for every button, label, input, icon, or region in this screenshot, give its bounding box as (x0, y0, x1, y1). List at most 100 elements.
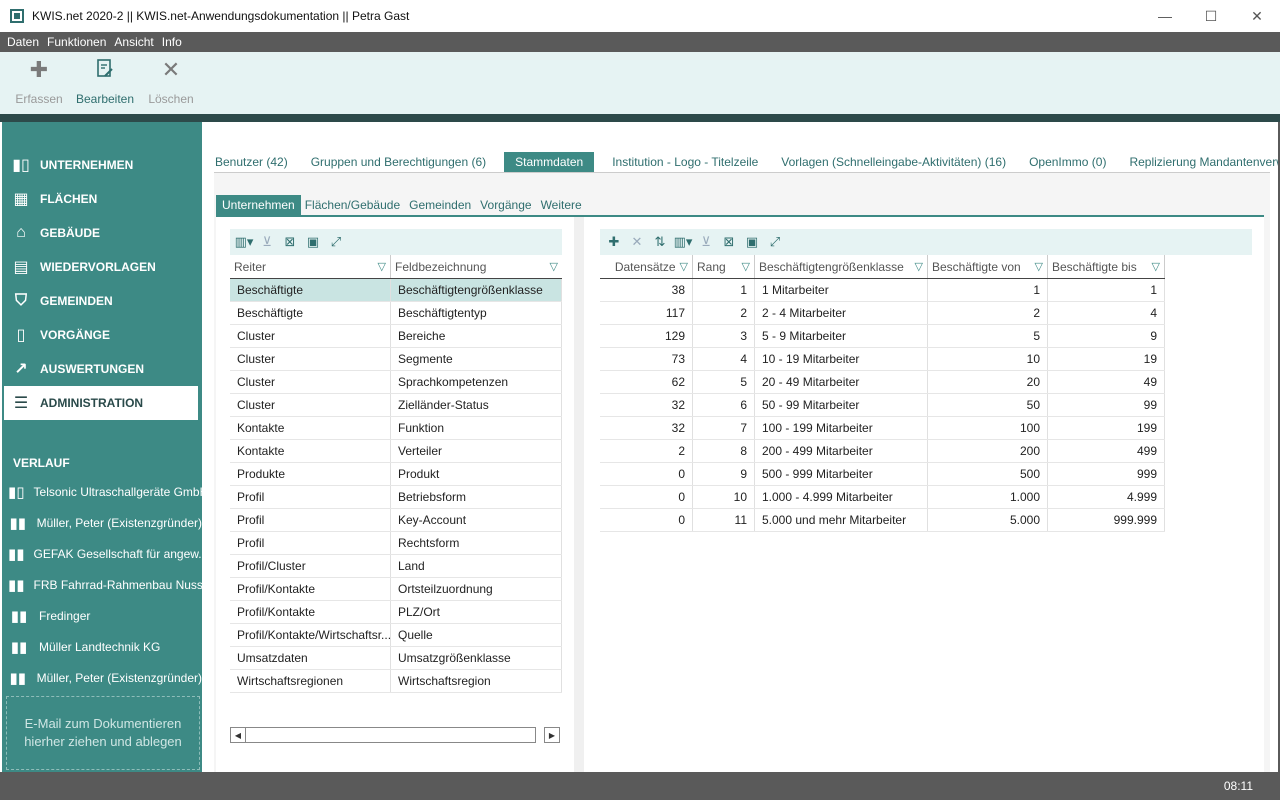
table-row[interactable]: Profil Betriebsform (230, 486, 562, 509)
tab-institution[interactable]: Institution - Logo - Titelzeile (607, 152, 763, 172)
scroll-right-icon[interactable]: ▶ (544, 727, 560, 743)
filter-icon[interactable]: ▽ (1152, 260, 1160, 273)
table-row[interactable]: Cluster Segmente (230, 348, 562, 371)
table-row[interactable]: Cluster Zielländer-Status (230, 394, 562, 417)
column-rang[interactable]: Rang ▽ (693, 255, 755, 278)
pane-splitter[interactable] (574, 217, 584, 775)
minimize-button[interactable]: — (1142, 0, 1188, 32)
column-beschaeftigte-von[interactable]: Beschäftigte von ▽ (928, 255, 1048, 278)
delete-icon[interactable]: ✕ (627, 233, 647, 251)
scroll-track[interactable] (246, 727, 536, 743)
history-item[interactable]: ▮▯ Telsonic Ultraschallgeräte GmbH (2, 476, 202, 507)
scroll-left-icon[interactable]: ◀ (230, 727, 246, 743)
tab-vorlagen[interactable]: Vorlagen (Schnelleingabe-Aktivitäten) (1… (776, 152, 1011, 172)
tab-gruppen[interactable]: Gruppen und Berechtigungen (6) (306, 152, 491, 172)
table-row[interactable]: 0 11 5.000 und mehr Mitarbeiter 5.000 999.99… (600, 509, 1165, 532)
table-row[interactable]: Beschäftigte Beschäftigtengrößenklasse (230, 279, 562, 302)
subtab-weitere[interactable]: Weitere (536, 195, 587, 215)
column-datensaetze[interactable]: Datensätze ▽ (600, 255, 693, 278)
table-row[interactable]: Profil/Kontakte/Wirtschaftsr... Quelle (230, 624, 562, 647)
tab-replizierung[interactable]: Replizierung Mandantenverwaltung (1) (1124, 152, 1280, 172)
columns-icon[interactable]: ▥▾ (673, 233, 693, 251)
sort-icon[interactable]: ⇅ (650, 233, 670, 251)
subtab-vorgaenge[interactable]: Vorgänge (475, 195, 536, 215)
filter-icon[interactable]: ▽ (1035, 260, 1043, 273)
layout-icon[interactable]: ▣ (742, 233, 762, 251)
table-row[interactable]: Beschäftigte Beschäftigtentyp (230, 302, 562, 325)
subtab-flaechen-gebaeude[interactable]: Flächen/Gebäude (300, 195, 405, 215)
table-row[interactable]: Kontakte Verteiler (230, 440, 562, 463)
history-item[interactable]: ▮▮ GEFAK Gesellschaft für angew... (2, 538, 202, 569)
subtab-gemeinden[interactable]: Gemeinden (404, 195, 476, 215)
nav-gebaeude[interactable]: ⌂ GEBÄUDE (4, 216, 198, 250)
excel-export-icon[interactable]: ⊠ (719, 233, 739, 251)
tab-stammdaten[interactable]: Stammdaten (504, 152, 595, 172)
menu-daten[interactable]: Daten (7, 35, 39, 49)
maximize-button[interactable]: ☐ (1188, 0, 1234, 32)
column-feldbezeichnung[interactable]: Feldbezeichnung ▽ (391, 255, 562, 278)
table-row[interactable]: 2 8 200 - 499 Mitarbeiter 200 499 (600, 440, 1165, 463)
column-reiter[interactable]: Reiter ▽ (230, 255, 391, 278)
filter-icon[interactable]: ▽ (378, 260, 386, 273)
email-drop-zone[interactable]: E-Mail zum Dokumentieren hierher ziehen … (6, 696, 200, 770)
table-row[interactable]: Produkte Produkt (230, 463, 562, 486)
nav-vorgaenge[interactable]: ▯ VORGÄNGE (4, 318, 198, 352)
nav-gemeinden[interactable]: ⛉ GEMEINDEN (4, 284, 198, 318)
close-button[interactable]: ✕ (1234, 0, 1280, 32)
table-row[interactable]: 0 10 1.000 - 4.999 Mitarbeiter 1.000 4.999 (600, 486, 1165, 509)
nav-auswertungen[interactable]: ↗ AUSWERTUNGEN (4, 352, 198, 386)
filter-icon[interactable]: ▽ (742, 260, 750, 273)
clear-filter-icon[interactable]: ⊻ (696, 233, 716, 251)
nav-administration[interactable]: ☰ ADMINISTRATION (4, 386, 198, 420)
table-row[interactable]: 73 4 10 - 19 Mitarbeiter 10 19 (600, 348, 1165, 371)
erfassen-button[interactable]: ✚ Erfassen (6, 52, 72, 114)
tab-openimmo[interactable]: OpenImmo (0) (1024, 152, 1111, 172)
add-icon[interactable]: ✚ (604, 233, 624, 251)
table-row[interactable]: Cluster Bereiche (230, 325, 562, 348)
bearbeiten-button[interactable]: Bearbeiten (72, 52, 138, 114)
table-row[interactable]: 62 5 20 - 49 Mitarbeiter 20 49 (600, 371, 1165, 394)
table-cell: 20 - 49 Mitarbeiter (755, 371, 928, 393)
filter-icon[interactable]: ▽ (550, 260, 558, 273)
filter-icon[interactable]: ▽ (915, 260, 923, 273)
nav-wiedervorlagen[interactable]: ▤ WIEDERVORLAGEN (4, 250, 198, 284)
nav-flaechen[interactable]: ▦ FLÄCHEN (4, 182, 198, 216)
table-row[interactable]: 32 7 100 - 199 Mitarbeiter 100 199 (600, 417, 1165, 440)
table-row[interactable]: 32 6 50 - 99 Mitarbeiter 50 99 (600, 394, 1165, 417)
loeschen-button[interactable]: ✕ Löschen (138, 52, 204, 114)
table-row[interactable]: 129 3 5 - 9 Mitarbeiter 5 9 (600, 325, 1165, 348)
history-item[interactable]: ▮▮ Müller, Peter (Existenzgründer) (2, 662, 202, 693)
nav-unternehmen[interactable]: ▮▯ UNTERNEHMEN (4, 148, 198, 182)
history-item[interactable]: ▮▮ Müller, Peter (Existenzgründer) (2, 507, 202, 538)
columns-icon[interactable]: ▥▾ (234, 233, 254, 251)
table-row[interactable]: Profil/Cluster Land (230, 555, 562, 578)
tab-benutzer[interactable]: Benutzer (42) (210, 152, 293, 172)
table-row[interactable]: Kontakte Funktion (230, 417, 562, 440)
table-row[interactable]: Profil/Kontakte Ortsteilzuordnung (230, 578, 562, 601)
table-row[interactable]: 117 2 2 - 4 Mitarbeiter 2 4 (600, 302, 1165, 325)
excel-export-icon[interactable]: ⊠ (280, 233, 300, 251)
expand-icon[interactable]: ⤢ (326, 233, 346, 251)
table-row[interactable]: Umsatzdaten Umsatzgrößenklasse (230, 647, 562, 670)
history-item[interactable]: ▮▮ FRB Fahrrad-Rahmenbau Nuss... (2, 569, 202, 600)
filter-icon[interactable]: ▽ (680, 260, 688, 273)
menu-info[interactable]: Info (162, 35, 182, 49)
clear-filter-icon[interactable]: ⊻ (257, 233, 277, 251)
layout-icon[interactable]: ▣ (303, 233, 323, 251)
table-row[interactable]: Wirtschaftsregionen Wirtschaftsregion (230, 670, 562, 693)
subtab-unternehmen[interactable]: Unternehmen (216, 195, 301, 215)
table-row[interactable]: 0 9 500 - 999 Mitarbeiter 500 999 (600, 463, 1165, 486)
table-row[interactable]: Cluster Sprachkompetenzen (230, 371, 562, 394)
menu-funktionen[interactable]: Funktionen (47, 35, 106, 49)
table-row[interactable]: 38 1 1 Mitarbeiter 1 1 (600, 279, 1165, 302)
history-item[interactable]: ▮▮ Müller Landtechnik KG (2, 631, 202, 662)
menu-ansicht[interactable]: Ansicht (114, 35, 153, 49)
column-groessenklasse[interactable]: Beschäftigtengrößenklasse ▽ (755, 255, 928, 278)
expand-icon[interactable]: ⤢ (765, 233, 785, 251)
table-row[interactable]: Profil Key-Account (230, 509, 562, 532)
column-beschaeftigte-bis[interactable]: Beschäftigte bis ▽ (1048, 255, 1165, 278)
table-row[interactable]: Profil Rechtsform (230, 532, 562, 555)
horizontal-scrollbar[interactable]: ◀ ▶ (230, 727, 562, 743)
history-item[interactable]: ▮▮ Fredinger (2, 600, 202, 631)
table-row[interactable]: Profil/Kontakte PLZ/Ort (230, 601, 562, 624)
